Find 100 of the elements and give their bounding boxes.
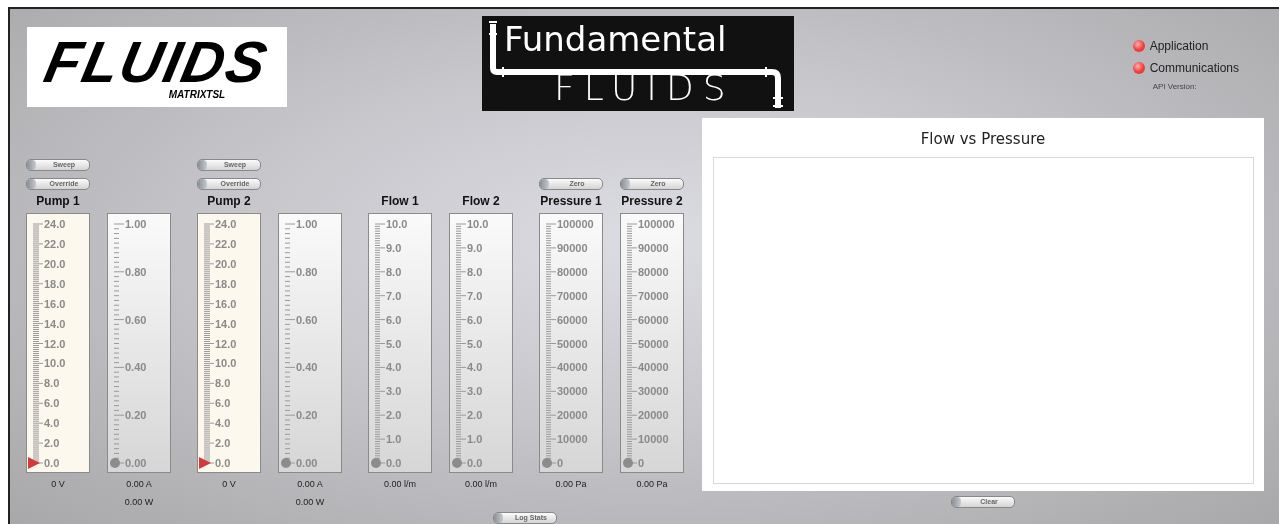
scale-label: 22.0 — [215, 237, 237, 250]
scale-label: 7.0 — [467, 289, 483, 302]
scale-label: 5.0 — [386, 337, 402, 350]
scale-label: 0.0 — [467, 457, 483, 469]
scale-label: 3.0 — [386, 385, 402, 398]
scale-label: 70000 — [638, 289, 669, 302]
gauge-title: Pump 2 — [206, 194, 252, 208]
scale-label: 10.0 — [44, 357, 66, 370]
scale-label: 1.0 — [386, 433, 402, 446]
scale-label: 0.80 — [296, 265, 318, 278]
scale-label: 12.0 — [215, 337, 237, 350]
reading-value: 0.00 W — [123, 496, 155, 509]
scale-label: 18.0 — [44, 277, 66, 290]
scale-label: 10000 — [638, 433, 669, 446]
scale-label: 8.0 — [215, 377, 231, 390]
reading-value: 0.00 W — [294, 496, 326, 509]
scale-label: 20000 — [638, 409, 669, 422]
reading-value: 0.00 A — [125, 478, 153, 491]
scale-label: 0.60 — [296, 313, 318, 326]
logo-text: Fundamental — [504, 22, 728, 56]
scale-label: 24.0 — [215, 218, 237, 230]
scale-label: 50000 — [638, 337, 669, 350]
reading-value: 0 V — [50, 478, 66, 491]
scale-label: 4.0 — [467, 361, 483, 374]
scale-label: 10.0 — [215, 357, 237, 370]
scale-label: 20000 — [557, 409, 588, 422]
scale-label: 20.0 — [44, 257, 66, 270]
api-version-label: API Version: — [1152, 81, 1198, 93]
scale-label: 90000 — [638, 241, 669, 254]
scale-label: 10.0 — [386, 218, 408, 230]
scale-label: 0.00 — [125, 457, 147, 469]
scale-label: 0 — [557, 457, 564, 469]
scale-label: 8.0 — [467, 265, 483, 278]
reading-value: 0.00 l/m — [383, 478, 417, 491]
scale-label: 20.0 — [215, 257, 237, 270]
scale-label: 0.40 — [125, 361, 147, 374]
scale-label: 24.0 — [44, 218, 66, 230]
scale-label: 7.0 — [386, 289, 402, 302]
scale-label: 5.0 — [467, 337, 483, 350]
scale-label: 1.00 — [125, 218, 147, 230]
scale-label: 2.0 — [467, 409, 483, 422]
scale-label: 4.0 — [386, 361, 402, 374]
scale-label: 4.0 — [215, 417, 231, 430]
scale-label: 0.0 — [44, 457, 60, 469]
scale-label: 6.0 — [44, 397, 60, 410]
scale-label: 16.0 — [44, 297, 66, 310]
slider-pointer[interactable] — [28, 457, 40, 469]
reading-value: 0.00 Pa — [554, 478, 588, 491]
scale-label: 30000 — [557, 385, 588, 398]
scale-label: 10000 — [557, 433, 588, 446]
scale-label: 90000 — [557, 241, 588, 254]
reading-value: 0.00 Pa — [635, 478, 669, 491]
scale-label: 10.0 — [467, 218, 489, 230]
gauge-title: Flow 2 — [461, 194, 501, 208]
scale-label: 50000 — [557, 337, 588, 350]
gauge-title: Flow 1 — [380, 194, 420, 208]
scale-label: 0.00 — [296, 457, 318, 469]
scale-label: 40000 — [557, 361, 588, 374]
scale-label: 0.60 — [125, 313, 147, 326]
status-label: Communications — [1149, 60, 1239, 77]
scale-label: 0.80 — [125, 265, 147, 278]
chart-title: Flow vs Pressure — [919, 132, 1047, 147]
gauge[interactable]: 24.0 22.0 20.0 18.0 16.0 14.0 12.0 10.0 8.0 6.0 4.0 2.0 0.0 — [197, 213, 261, 473]
scale-label: 0.20 — [296, 409, 318, 422]
scale-label: 100000 — [557, 218, 594, 230]
slider-pointer[interactable] — [199, 457, 211, 469]
scale-label: 22.0 — [44, 237, 66, 250]
scale-label: 16.0 — [215, 297, 237, 310]
scale-label: 60000 — [638, 313, 669, 326]
scale-label: 1.0 — [467, 433, 483, 446]
scale-label: 0.20 — [125, 409, 147, 422]
logo-text: FLUIDS — [40, 33, 274, 91]
gauge-title: Pressure 1 — [539, 194, 603, 208]
scale-label: 14.0 — [44, 317, 66, 330]
scale-label: 40000 — [638, 361, 669, 374]
scale-label: 6.0 — [215, 397, 231, 410]
scale-label: 80000 — [638, 265, 669, 278]
scale-label: 1.00 — [296, 218, 318, 230]
scale-label: 18.0 — [215, 277, 237, 290]
scale-label: 2.0 — [215, 437, 231, 450]
gauge[interactable]: 24.0 22.0 20.0 18.0 16.0 14.0 12.0 10.0 8.0 6.0 4.0 2.0 0.0 — [26, 213, 90, 473]
reading-value: 0 V — [221, 478, 237, 491]
scale-label: 6.0 — [467, 313, 483, 326]
scale-label: 0.40 — [296, 361, 318, 374]
scale-label: 2.0 — [386, 409, 402, 422]
scale-label: 0.0 — [386, 457, 402, 469]
reading-value: 0.00 l/m — [464, 478, 498, 491]
scale-label: 60000 — [557, 313, 588, 326]
gauge-title: Pump 1 — [35, 194, 81, 208]
reading-value: 0.00 A — [296, 478, 324, 491]
scale-label: 3.0 — [467, 385, 483, 398]
status-label: Application — [1149, 38, 1209, 55]
scale-label: 14.0 — [215, 317, 237, 330]
scale-label: 9.0 — [467, 241, 483, 254]
scale-label: 100000 — [638, 218, 675, 230]
gauge-title: Pressure 2 — [620, 194, 684, 208]
scale-label: 8.0 — [44, 377, 60, 390]
scale-label: 2.0 — [44, 437, 60, 450]
scale-label: 6.0 — [386, 313, 402, 326]
scale-label: 12.0 — [44, 337, 66, 350]
